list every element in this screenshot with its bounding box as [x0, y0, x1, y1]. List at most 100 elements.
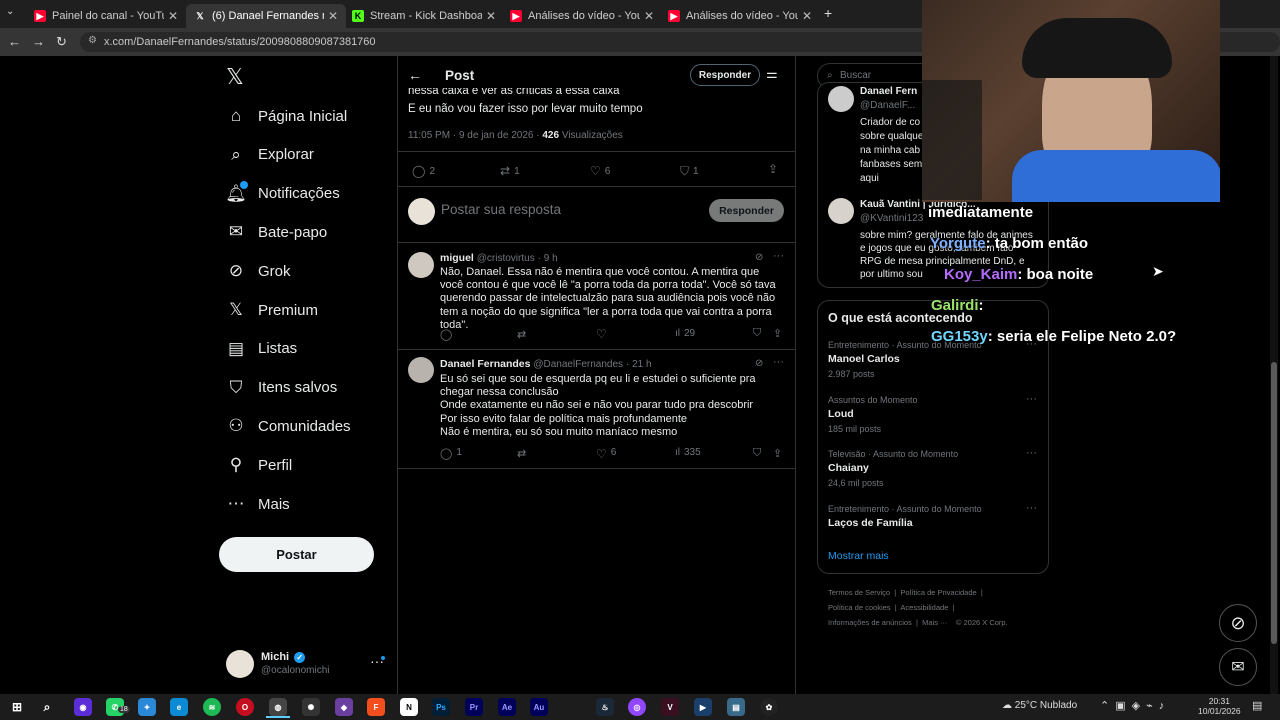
more-options-icon[interactable]: ···: [1026, 502, 1037, 514]
terms-link[interactable]: Termos de Serviço: [828, 588, 890, 597]
bookmark-icon[interactable]: ⛉: [753, 327, 761, 340]
more-options-icon[interactable]: ···: [1026, 447, 1037, 459]
x-logo-icon[interactable]: 𝕏: [226, 64, 244, 90]
search-icon[interactable]: ⌕: [38, 698, 56, 716]
share-icon[interactable]: ⇪: [773, 327, 782, 340]
like-action[interactable]: ♡ 6: [596, 447, 616, 461]
blender-icon[interactable]: ✺: [302, 698, 320, 716]
new-tab-button[interactable]: +: [824, 5, 832, 21]
nav-item-list[interactable]: ▤ Listas: [226, 334, 297, 364]
after-effects-icon[interactable]: Ae: [498, 698, 516, 716]
trend-item[interactable]: Chaiany: [828, 462, 869, 474]
heart-icon[interactable]: ♡: [596, 327, 607, 341]
opera-icon[interactable]: O: [236, 698, 254, 716]
reply-action[interactable]: ◯ 2: [412, 164, 435, 178]
obs-icon[interactable]: ◎: [628, 698, 646, 716]
chatgpt-icon[interactable]: ✿: [760, 698, 778, 716]
windows-start-icon[interactable]: ⊞: [8, 698, 26, 716]
avatar[interactable]: [408, 252, 434, 278]
scrollbar-thumb[interactable]: [1271, 362, 1277, 644]
notion-icon[interactable]: N: [400, 698, 418, 716]
privacy-link[interactable]: Política de Privacidade: [900, 588, 976, 597]
show-more-link[interactable]: Mostrar mais: [828, 550, 889, 562]
bookmark-action[interactable]: ⛉ 1: [680, 164, 699, 179]
audition-icon[interactable]: Au: [530, 698, 548, 716]
share-icon[interactable]: ⇪: [773, 447, 782, 460]
grok-float-icon[interactable]: ⊘: [1219, 604, 1257, 642]
nav-item-search[interactable]: ⌕ Explorar: [226, 140, 314, 170]
close-icon[interactable]: ✕: [168, 9, 178, 23]
notification-center-icon[interactable]: ▤: [1252, 699, 1262, 712]
views-action[interactable]: ıl 29: [675, 328, 695, 339]
grok-icon[interactable]: ⊘: [755, 252, 763, 263]
messages-float-icon[interactable]: ✉: [1219, 648, 1257, 686]
cookies-link[interactable]: Política de cookies: [828, 603, 891, 612]
tab-youtube-studio[interactable]: ▶ Painel do canal - YouTube Studi✕: [26, 4, 186, 28]
clock[interactable]: 20:31 10/01/2026: [1198, 696, 1241, 716]
accessibility-link[interactable]: Acessibilidade: [900, 603, 948, 612]
avatar[interactable]: [408, 357, 434, 383]
more-options-icon[interactable]: ···: [773, 356, 784, 368]
more-link[interactable]: Mais ···: [922, 618, 947, 627]
app-icon[interactable]: ▶: [694, 698, 712, 716]
reply-input[interactable]: Postar sua resposta: [441, 202, 561, 217]
tab-youtube-analytics-1[interactable]: ▶ Análises do vídeo - YouTube Stu✕: [502, 4, 662, 28]
reply-action[interactable]: ◯ 1: [440, 447, 462, 460]
reload-icon[interactable]: ↻: [56, 34, 67, 50]
close-icon[interactable]: ✕: [328, 9, 338, 23]
nav-item-bookmark[interactable]: ⛉ Itens salvos: [226, 373, 338, 403]
chrome-icon[interactable]: ◍: [269, 698, 287, 716]
obsidian-icon[interactable]: ◆: [335, 698, 353, 716]
follow-name[interactable]: Danael Fern: [860, 86, 917, 97]
edge-icon[interactable]: e: [170, 698, 188, 716]
repost-icon[interactable]: ⇄: [517, 328, 526, 341]
reply-submit-button[interactable]: Responder: [709, 199, 784, 222]
close-icon[interactable]: ✕: [802, 9, 812, 23]
copilot-icon[interactable]: ✦: [138, 698, 156, 716]
trend-item[interactable]: Laços de Família: [828, 517, 913, 529]
settings-sliders-icon[interactable]: ⚌: [766, 66, 778, 82]
comment-icon[interactable]: ◯: [440, 328, 452, 341]
views-action[interactable]: ıl 335: [675, 447, 701, 458]
bookmark-icon[interactable]: ⛉: [753, 447, 761, 460]
ads-info-link[interactable]: Informações de anúncios: [828, 618, 912, 627]
like-action[interactable]: ♡ 6: [590, 164, 610, 178]
back-icon[interactable]: ←: [8, 34, 21, 49]
tab-youtube-analytics-2[interactable]: ▶ Análises do vídeo - YouTube Stu✕: [660, 4, 820, 28]
forward-icon[interactable]: →: [32, 34, 45, 49]
steam-icon[interactable]: ♨: [596, 698, 614, 716]
nav-item-person[interactable]: ⚲ Perfil: [226, 450, 292, 480]
grok-icon[interactable]: ⊘: [755, 358, 763, 369]
repost-icon[interactable]: ⇄: [517, 447, 526, 460]
nav-item-home[interactable]: ⌂ Página Inicial: [226, 101, 347, 131]
figma-icon[interactable]: F: [367, 698, 385, 716]
avatar[interactable]: [828, 86, 854, 112]
nav-item-more[interactable]: ⋯ Mais: [226, 489, 290, 519]
nav-item-mail[interactable]: ✉ Bate-papo: [226, 217, 327, 247]
reply-header-button[interactable]: Responder: [690, 64, 760, 86]
avatar[interactable]: [226, 650, 254, 678]
spotify-icon[interactable]: ≋: [203, 698, 221, 716]
avatar[interactable]: [828, 198, 854, 224]
nav-item-x[interactable]: 𝕏 Premium: [226, 295, 318, 325]
premiere-icon[interactable]: Pr: [465, 698, 483, 716]
close-icon[interactable]: ✕: [486, 9, 496, 23]
tab-list-button[interactable]: ⌄: [6, 6, 14, 17]
weather-widget[interactable]: ☁ 25°C Nublado: [1002, 700, 1077, 711]
tab-x-post[interactable]: 𝕏 (6) Danael Fernandes no X: "@c✕: [186, 4, 346, 28]
back-arrow-icon[interactable]: ←: [408, 67, 422, 83]
tab-kick-dashboard[interactable]: K Stream - Kick Dashboard ✕: [344, 4, 504, 28]
photoshop-icon[interactable]: Ps: [432, 698, 450, 716]
files-icon[interactable]: ▤: [727, 698, 745, 716]
discord-icon[interactable]: ◉: [74, 698, 92, 716]
more-options-icon[interactable]: ···: [1026, 393, 1037, 405]
repost-action[interactable]: ⇄ 1: [500, 164, 520, 178]
post-button[interactable]: Postar: [219, 537, 374, 572]
app-icon[interactable]: V: [661, 698, 679, 716]
nav-item-people[interactable]: ⚇ Comunidades: [226, 411, 350, 441]
nav-item-grok[interactable]: ⊘ Grok: [226, 256, 291, 286]
trend-item[interactable]: Manoel Carlos: [828, 353, 900, 365]
share-icon[interactable]: ⇪: [768, 162, 778, 176]
scrollbar-track[interactable]: [1270, 56, 1278, 694]
trend-item[interactable]: Loud: [828, 408, 854, 420]
